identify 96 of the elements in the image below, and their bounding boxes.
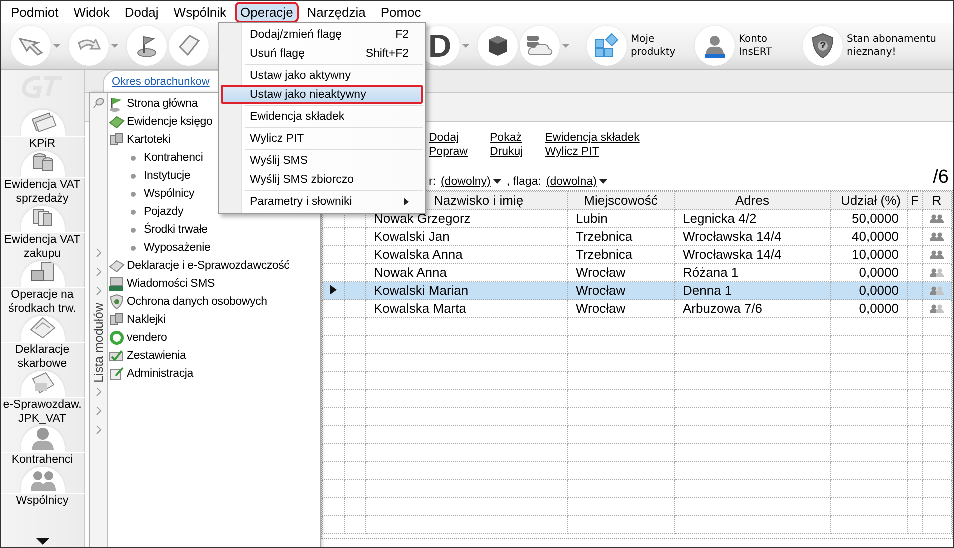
table-cell: 40,0000 xyxy=(830,228,908,246)
table-cell: Kowalska Marta xyxy=(366,300,568,318)
tab[interactable]: Okres obrachunkow xyxy=(103,70,212,92)
menu-item[interactable]: Dodaj xyxy=(118,2,166,22)
back-arrow-icon[interactable] xyxy=(18,35,44,57)
column-header[interactable]: Adres xyxy=(736,193,770,208)
record-count: /6 xyxy=(933,168,949,188)
book-icon xyxy=(109,114,125,130)
action-link[interactable]: Drukuj xyxy=(490,146,524,158)
panel-title: Lista modułów xyxy=(92,303,106,383)
menu-item[interactable]: Usuń flagę Shift+F2 xyxy=(221,44,423,63)
menu-item[interactable]: Wylicz PIT xyxy=(221,129,423,148)
tree-item[interactable]: Administracja xyxy=(127,368,194,380)
tree-item[interactable]: Ewidencje księgo xyxy=(127,116,213,128)
dropdown-caret-icon[interactable] xyxy=(598,179,608,185)
shield-icon xyxy=(109,294,125,310)
module-button-label[interactable]: Wspólnicy xyxy=(1,493,84,508)
chevron-right-icon[interactable] xyxy=(96,424,102,435)
ring-icon xyxy=(109,330,125,346)
tree-item[interactable]: Naklejki xyxy=(127,314,166,326)
tree-item[interactable]: Wspólnicy xyxy=(144,188,195,200)
filter-dropdown[interactable]: (dowolna) xyxy=(546,176,597,188)
toolbar-button-label[interactable]: Moje produkty xyxy=(631,33,693,59)
tree-item[interactable]: Wyposażenie xyxy=(144,242,211,254)
tree-item[interactable]: Zestawienia xyxy=(127,350,186,362)
scroll-down-icon[interactable] xyxy=(36,538,50,546)
table-cell: 50,0000 xyxy=(830,210,908,228)
table-cell: Arbuzowa 7/6 xyxy=(674,300,830,318)
bullet-icon xyxy=(131,192,136,196)
menu-item[interactable]: Narzędzia xyxy=(300,2,373,22)
shortcut-label: F2 xyxy=(396,28,409,40)
table-cell: Trzebnica xyxy=(568,246,674,264)
checkmark-icon xyxy=(109,348,125,364)
table-cell: Denna 1 xyxy=(674,282,830,300)
tree-item[interactable]: Środki trwałe xyxy=(144,224,208,236)
toolbar-button-label[interactable]: Stan abonamentu nieznany! xyxy=(847,33,943,59)
tree-item[interactable]: Ochrona danych osobowych xyxy=(127,296,268,308)
table-cell: Kowalska Anna xyxy=(366,246,568,264)
dropdown-caret-icon[interactable] xyxy=(492,179,502,185)
bullet-icon xyxy=(131,210,136,214)
tree-item[interactable]: Pojazdy xyxy=(144,206,184,218)
menu-item[interactable]: Wyślij SMS xyxy=(221,151,423,170)
table-cell: Wrocław xyxy=(568,300,674,318)
table-cell: Legnicka 4/2 xyxy=(674,210,830,228)
bullet-icon xyxy=(131,246,136,250)
table-cell: Wrocławska 14/4 xyxy=(674,246,830,264)
filter-dropdown[interactable]: (dowolny) xyxy=(441,176,491,188)
table-cell: 0,0000 xyxy=(830,282,908,300)
edit-icon xyxy=(109,366,125,382)
action-link[interactable]: Pokaż xyxy=(490,132,524,144)
table-cell: Wrocław xyxy=(568,282,674,300)
action-link[interactable]: Dodaj xyxy=(429,132,468,144)
bullet-icon xyxy=(131,174,136,178)
documents-icon xyxy=(109,132,125,148)
menu-item[interactable]: Wspólnik xyxy=(166,2,234,22)
filter-label: r: xyxy=(429,176,436,188)
row-pointer-icon xyxy=(330,285,337,295)
table-cell: Kowalski Marian xyxy=(366,282,568,300)
table-cell: Lubin xyxy=(568,210,674,228)
tree-item[interactable]: Strona główna xyxy=(127,98,198,110)
tree-item[interactable]: vendero xyxy=(127,332,168,344)
action-link[interactable]: Popraw xyxy=(429,146,468,158)
submenu-arrow-icon xyxy=(404,198,409,206)
chevron-right-icon[interactable] xyxy=(96,386,102,397)
sms-icon xyxy=(109,276,125,292)
tree-item[interactable]: Instytucje xyxy=(144,170,191,182)
table-cell: Kowalski Jan xyxy=(366,228,568,246)
bullet-icon xyxy=(131,228,136,232)
form-icon xyxy=(109,258,125,274)
menu-item[interactable]: Operacje xyxy=(234,2,300,22)
menu-item[interactable]: Dodaj/zmień flagę F2 xyxy=(221,25,423,44)
tag-icon[interactable] xyxy=(176,33,202,59)
chevron-right-icon[interactable] xyxy=(96,406,102,416)
menu-item[interactable]: Ewidencja składek xyxy=(221,107,423,126)
action-link[interactable]: Ewidencja składek xyxy=(545,132,640,144)
menu-item[interactable]: Pomoc xyxy=(374,2,428,22)
table-cell: 0,0000 xyxy=(830,300,908,318)
table-cell: Trzebnica xyxy=(568,228,674,246)
bullet-icon xyxy=(131,156,136,160)
table-cell: 10,0000 xyxy=(830,246,908,264)
shortcut-label: Shift+F2 xyxy=(366,48,409,60)
menu-item[interactable]: Parametry i słowniki xyxy=(221,192,423,211)
menu-item[interactable]: Ustaw jako nieaktywny xyxy=(221,85,423,104)
menu-item[interactable]: Widok xyxy=(66,2,117,22)
tree-item[interactable]: Kontrahenci xyxy=(144,152,204,164)
toolbar-button-label[interactable]: Konto InsERT xyxy=(739,33,801,59)
menu-item[interactable]: Wyślij SMS zbiorczo xyxy=(221,170,423,189)
tree-item[interactable]: Wiadomości SMS xyxy=(127,278,215,290)
documents-icon xyxy=(109,312,125,328)
filter-label: , flaga: xyxy=(506,176,542,188)
action-link[interactable]: Wylicz PIT xyxy=(545,146,640,158)
tree-item[interactable]: Deklaracje i e-Sprawozdawczość xyxy=(127,260,290,272)
tree-item[interactable]: Kartoteki xyxy=(127,134,171,146)
menu-item[interactable]: Ustaw jako aktywny xyxy=(221,66,423,85)
menu-item[interactable]: Podmiot xyxy=(4,2,66,22)
table-cell: Wrocławska 14/4 xyxy=(674,228,830,246)
